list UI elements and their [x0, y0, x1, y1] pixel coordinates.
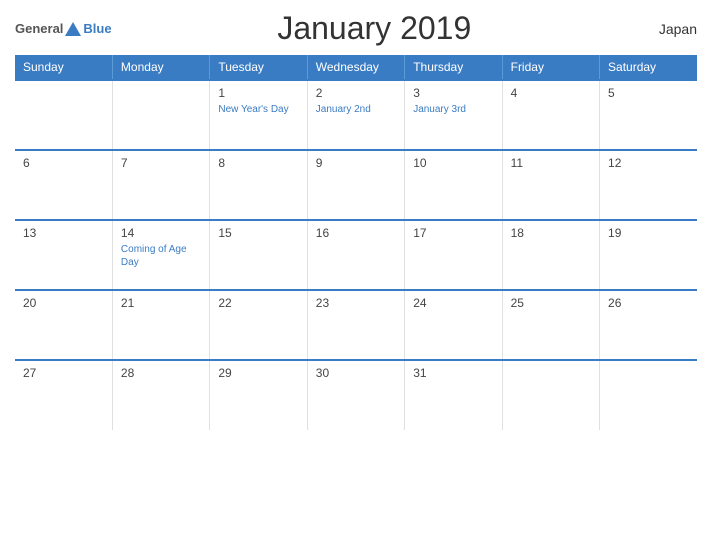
day-number: 22 — [218, 296, 298, 310]
calendar-cell: 18 — [502, 220, 599, 290]
calendar-cell: 24 — [405, 290, 502, 360]
calendar-cell: 1 New Year's Day — [210, 80, 307, 150]
logo-general: General — [15, 21, 63, 36]
weekday-header: Thursday — [405, 55, 502, 80]
day-number: 1 — [218, 86, 298, 100]
calendar-cell: 4 — [502, 80, 599, 150]
calendar-cell — [15, 80, 112, 150]
calendar-page: General Blue January 2019 Japan SundayMo… — [0, 0, 712, 550]
weekday-header: Sunday — [15, 55, 112, 80]
day-number: 14 — [121, 226, 201, 240]
calendar-title: January 2019 — [112, 10, 637, 47]
calendar-cell: 10 — [405, 150, 502, 220]
day-number: 10 — [413, 156, 493, 170]
calendar-cell — [600, 360, 697, 430]
calendar-table: SundayMondayTuesdayWednesdayThursdayFrid… — [15, 55, 697, 430]
weekday-header: Monday — [112, 55, 209, 80]
calendar-cell: 16 — [307, 220, 404, 290]
day-number: 3 — [413, 86, 493, 100]
calendar-week-row: 6 7 8 9 10 11 12 — [15, 150, 697, 220]
calendar-cell — [502, 360, 599, 430]
day-number: 15 — [218, 226, 298, 240]
holiday-label: January 3rd — [413, 103, 493, 116]
calendar-cell: 25 — [502, 290, 599, 360]
calendar-cell: 31 — [405, 360, 502, 430]
day-number: 12 — [608, 156, 689, 170]
calendar-cell: 19 — [600, 220, 697, 290]
day-number: 11 — [511, 156, 591, 170]
calendar-cell: 17 — [405, 220, 502, 290]
day-number: 26 — [608, 296, 689, 310]
weekday-header: Friday — [502, 55, 599, 80]
calendar-cell: 13 — [15, 220, 112, 290]
day-number: 28 — [121, 366, 201, 380]
day-number: 25 — [511, 296, 591, 310]
calendar-cell: 2 January 2nd — [307, 80, 404, 150]
weekday-header: Wednesday — [307, 55, 404, 80]
calendar-cell: 9 — [307, 150, 404, 220]
day-number: 4 — [511, 86, 591, 100]
calendar-cell: 3 January 3rd — [405, 80, 502, 150]
logo-triangle-icon — [65, 22, 81, 36]
calendar-cell: 27 — [15, 360, 112, 430]
calendar-week-row: 20 21 22 23 24 25 26 — [15, 290, 697, 360]
calendar-cell: 11 — [502, 150, 599, 220]
calendar-cell: 5 — [600, 80, 697, 150]
calendar-cell: 6 — [15, 150, 112, 220]
calendar-cell: 21 — [112, 290, 209, 360]
calendar-body: 1 New Year's Day 2 January 2nd 3 January 3rd 4… — [15, 80, 697, 430]
day-number: 24 — [413, 296, 493, 310]
day-number: 27 — [23, 366, 104, 380]
day-number: 21 — [121, 296, 201, 310]
day-number: 23 — [316, 296, 396, 310]
calendar-cell: 15 — [210, 220, 307, 290]
calendar-cell: 28 — [112, 360, 209, 430]
day-number: 7 — [121, 156, 201, 170]
day-number: 30 — [316, 366, 396, 380]
day-number: 17 — [413, 226, 493, 240]
holiday-label: New Year's Day — [218, 103, 298, 116]
calendar-header: General Blue January 2019 Japan — [15, 10, 697, 47]
calendar-header-row: SundayMondayTuesdayWednesdayThursdayFrid… — [15, 55, 697, 80]
calendar-cell: 8 — [210, 150, 307, 220]
calendar-cell: 20 — [15, 290, 112, 360]
calendar-cell: 12 — [600, 150, 697, 220]
day-number: 13 — [23, 226, 104, 240]
weekday-header: Saturday — [600, 55, 697, 80]
day-number: 20 — [23, 296, 104, 310]
calendar-cell: 22 — [210, 290, 307, 360]
day-number: 2 — [316, 86, 396, 100]
day-number: 6 — [23, 156, 104, 170]
day-number: 18 — [511, 226, 591, 240]
weekday-header: Tuesday — [210, 55, 307, 80]
calendar-cell: 7 — [112, 150, 209, 220]
day-number: 19 — [608, 226, 689, 240]
calendar-cell — [112, 80, 209, 150]
day-number: 31 — [413, 366, 493, 380]
calendar-cell: 23 — [307, 290, 404, 360]
calendar-cell: 30 — [307, 360, 404, 430]
calendar-week-row: 1 New Year's Day 2 January 2nd 3 January 3rd 4… — [15, 80, 697, 150]
calendar-cell: 26 — [600, 290, 697, 360]
day-number: 5 — [608, 86, 689, 100]
logo-blue: Blue — [83, 21, 111, 36]
holiday-label: January 2nd — [316, 103, 396, 116]
country-label: Japan — [637, 21, 697, 37]
day-number: 16 — [316, 226, 396, 240]
calendar-week-row: 27 28 29 30 31 — [15, 360, 697, 430]
day-number: 8 — [218, 156, 298, 170]
calendar-cell: 29 — [210, 360, 307, 430]
day-number: 29 — [218, 366, 298, 380]
calendar-cell: 14 Coming of Age Day — [112, 220, 209, 290]
day-number: 9 — [316, 156, 396, 170]
calendar-week-row: 13 14 Coming of Age Day 15 16 17 18 19 — [15, 220, 697, 290]
logo: General Blue — [15, 21, 112, 36]
holiday-label: Coming of Age Day — [121, 243, 201, 269]
